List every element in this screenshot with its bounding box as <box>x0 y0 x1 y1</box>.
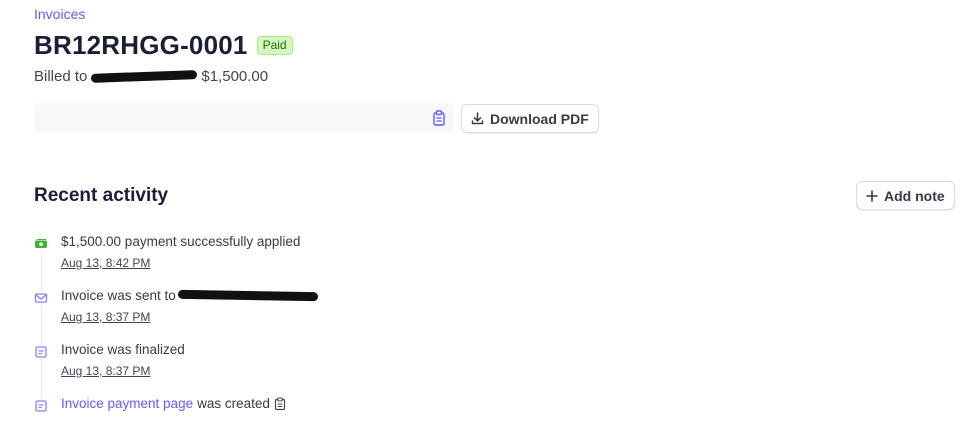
activity-timestamp[interactable]: Aug 13, 8:42 PM <box>61 256 150 270</box>
activity-text-row: Invoice payment page was created <box>61 396 286 411</box>
redacted-customer-name <box>91 70 198 83</box>
activity-text: Invoice was sent to <box>61 288 176 303</box>
download-pdf-button[interactable]: Download PDF <box>461 104 599 133</box>
envelope-icon <box>34 291 48 305</box>
activity-timestamp[interactable]: Aug 13, 8:37 PM <box>61 310 150 324</box>
activity-timestamp[interactable]: Aug 13, 8:37 PM <box>61 364 150 378</box>
timeline-line <box>41 248 42 408</box>
invoice-url-field[interactable] <box>34 103 454 133</box>
billed-to-line: Billed to $1,500.00 <box>34 68 268 85</box>
clipboard-icon[interactable] <box>274 397 286 410</box>
add-note-button[interactable]: Add note <box>856 181 955 210</box>
activity-text-row: Invoice was sent to <box>61 288 318 303</box>
invoice-number: BR12RHGG-0001 <box>34 30 248 60</box>
invoice-amount: $1,500.00 <box>201 68 269 85</box>
breadcrumb-invoices[interactable]: Invoices <box>34 6 85 22</box>
billed-prefix: Billed to <box>34 68 88 85</box>
add-note-label: Add note <box>884 187 945 204</box>
money-icon <box>34 237 48 251</box>
activity-text: Invoice was finalized <box>61 342 185 357</box>
download-icon <box>471 112 484 125</box>
redacted-email <box>177 289 318 302</box>
status-badge: Paid <box>256 36 293 55</box>
document-icon <box>34 345 48 359</box>
copy-icon[interactable] <box>432 110 446 126</box>
plus-icon <box>866 189 878 202</box>
download-pdf-label: Download PDF <box>490 110 589 127</box>
title-row: BR12RHGG-0001 Paid <box>34 30 293 61</box>
activity-text: $1,500.00 payment successfully applied <box>61 234 301 249</box>
activity-text: was created <box>197 396 270 411</box>
payment-page-link[interactable]: Invoice payment page <box>61 396 193 411</box>
document-icon <box>34 399 48 413</box>
recent-activity-title: Recent activity <box>34 185 169 206</box>
